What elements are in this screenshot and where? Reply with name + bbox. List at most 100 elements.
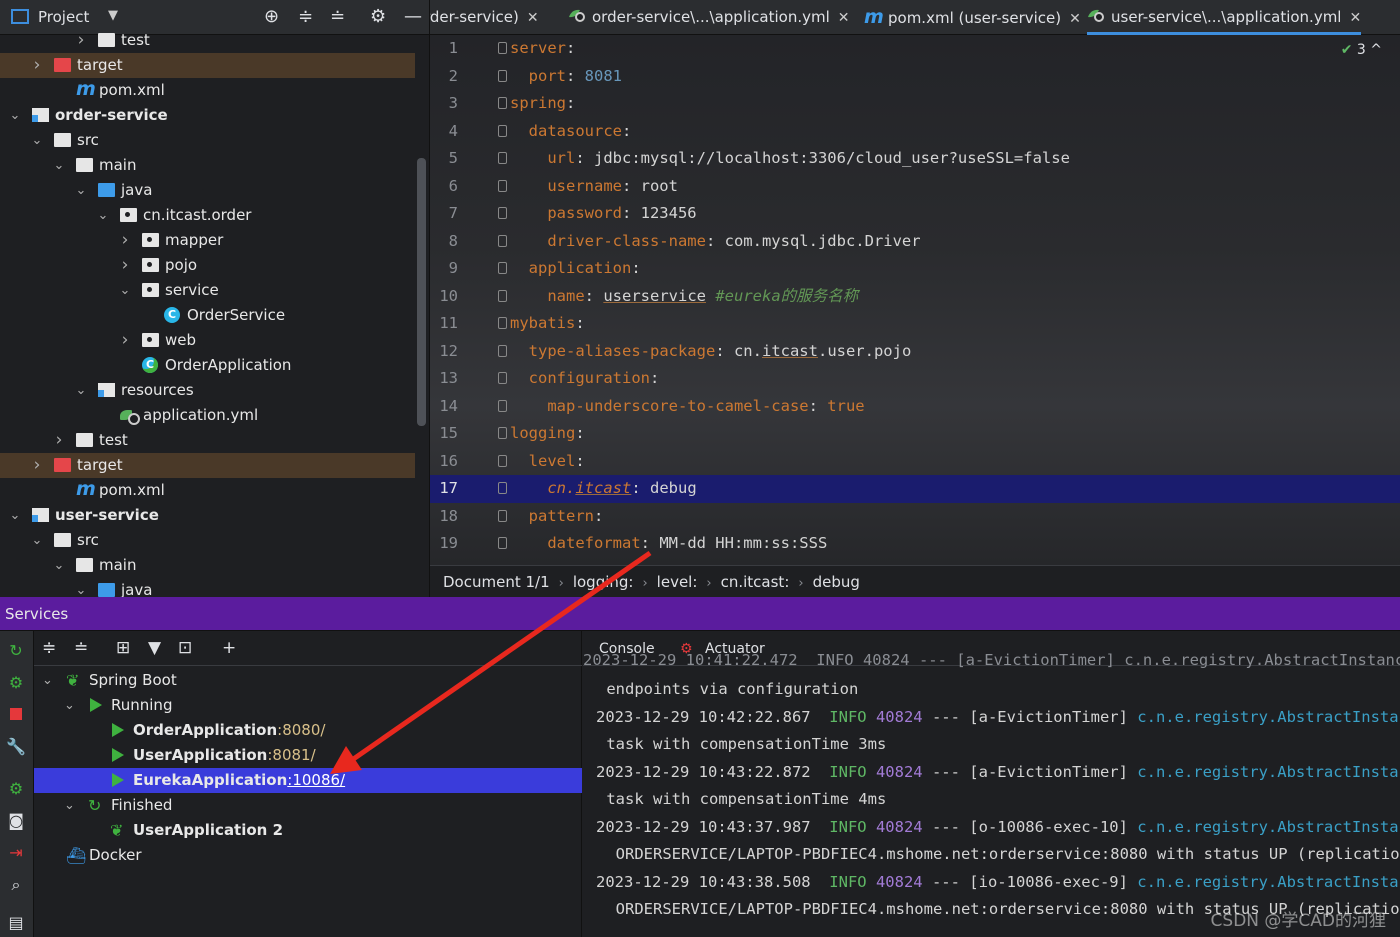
chevron-up-icon[interactable]: ^: [1370, 42, 1382, 58]
tree-item[interactable]: ⌄ resources: [0, 378, 415, 403]
tree-item[interactable]: › target: [0, 453, 415, 478]
chevron-right-icon[interactable]: ›: [30, 453, 44, 478]
rerun-icon[interactable]: ↻: [6, 641, 26, 661]
expand-all-icon[interactable]: ≑: [298, 6, 313, 27]
new-tab-icon[interactable]: ⊡: [178, 638, 192, 658]
tree-item[interactable]: ⌄ main: [0, 153, 415, 178]
gear-icon[interactable]: ⚙: [370, 6, 386, 27]
fold-marker-icon[interactable]: [498, 69, 507, 82]
chevron-down-icon[interactable]: ⌄: [118, 278, 132, 303]
breadcrumb-item[interactable]: Document 1/1: [443, 573, 550, 591]
chevron-down-icon[interactable]: ⌄: [74, 178, 88, 203]
debug-icon[interactable]: ⚙: [6, 779, 26, 799]
tree-item[interactable]: C OrderApplication: [0, 353, 415, 378]
code-line[interactable]: 1 server:: [430, 35, 1400, 63]
search-icon[interactable]: ⌕: [6, 875, 26, 895]
breadcrumb-item[interactable]: debug: [813, 573, 860, 591]
close-icon[interactable]: ✕: [1069, 11, 1081, 27]
code-line[interactable]: 7 password: 123456: [430, 200, 1400, 228]
service-port-link[interactable]: :8081/: [267, 746, 315, 764]
code-line[interactable]: 12 type-aliases-package: cn.itcast.user.…: [430, 338, 1400, 366]
fold-marker-icon[interactable]: [498, 427, 507, 439]
locate-icon[interactable]: ⊕: [264, 6, 279, 27]
code-line[interactable]: 8 driver-class-name: com.mysql.jdbc.Driv…: [430, 228, 1400, 256]
tree-item[interactable]: ⌄ main: [0, 553, 415, 578]
service-port-link[interactable]: :10086/: [287, 771, 345, 789]
editor-tab[interactable]: user-service\...\application.yml ✕: [1087, 0, 1362, 35]
code-area[interactable]: 1 server: 2 port: 8081 3 spring: 4 datasource…: [430, 35, 1400, 565]
collapse-all-icon[interactable]: ≐: [330, 6, 345, 27]
breadcrumb-item[interactable]: logging:: [573, 573, 634, 591]
project-title[interactable]: Project: [38, 8, 89, 26]
collapse-all-icon[interactable]: ≐: [74, 638, 88, 658]
expand-all-icon[interactable]: ≑: [42, 638, 56, 658]
fold-marker-icon[interactable]: [498, 124, 507, 137]
fold-marker-icon[interactable]: [498, 399, 507, 412]
chevron-down-icon[interactable]: ⌄: [52, 553, 66, 578]
tree-item[interactable]: m pom.xml: [0, 478, 415, 503]
close-icon[interactable]: ✕: [838, 10, 850, 26]
tree-item[interactable]: application.yml: [0, 403, 415, 428]
group-icon[interactable]: ⊞: [116, 638, 130, 658]
code-line[interactable]: 19 dateformat: MM-dd HH:mm:ss:SSS: [430, 530, 1400, 558]
fold-marker-icon[interactable]: [498, 207, 507, 219]
chevron-down-icon[interactable]: ⌄: [64, 793, 75, 818]
chevron-down-icon[interactable]: ⌄: [30, 128, 44, 153]
code-line[interactable]: 3 spring:: [430, 90, 1400, 118]
tree-item[interactable]: ⌄ service: [0, 278, 415, 303]
tree-item[interactable]: C OrderService: [0, 303, 415, 328]
chevron-right-icon[interactable]: ›: [52, 428, 66, 453]
code-line[interactable]: 10 name: userservice #eureka的服务名称: [430, 283, 1400, 311]
inspection-widget[interactable]: ✔ 3 ^: [1341, 42, 1382, 58]
tree-item[interactable]: ⌄ java: [0, 578, 415, 597]
chevron-down-icon[interactable]: ⌄: [64, 693, 75, 718]
code-line[interactable]: 2 port: 8081: [430, 63, 1400, 91]
editor-tab[interactable]: rder-service) ✕: [430, 0, 539, 35]
chevron-down-icon[interactable]: ⌄: [74, 378, 88, 403]
tree-item[interactable]: › target: [0, 53, 415, 78]
code-line[interactable]: 11 mybatis:: [430, 310, 1400, 338]
service-port-link[interactable]: :8080/: [277, 721, 325, 739]
chevron-down-icon[interactable]: ⌄: [8, 503, 22, 528]
fold-marker-icon[interactable]: [498, 179, 507, 192]
chevron-down-icon[interactable]: ⌄: [74, 578, 88, 597]
chevron-down-icon[interactable]: ⌄: [52, 153, 66, 178]
fold-marker-icon[interactable]: [498, 234, 507, 247]
tree-item[interactable]: ⌄ src: [0, 528, 415, 553]
chevron-right-icon[interactable]: ›: [74, 28, 88, 53]
fold-marker-icon[interactable]: [498, 537, 507, 549]
code-line[interactable]: 18 pattern:: [430, 503, 1400, 531]
breadcrumb-item[interactable]: level:: [657, 573, 698, 591]
code-line[interactable]: 16 level:: [430, 448, 1400, 476]
code-line[interactable]: 6 username: root: [430, 173, 1400, 201]
fold-marker-icon[interactable]: [498, 509, 507, 522]
fold-marker-icon[interactable]: [498, 289, 507, 302]
fold-marker-icon[interactable]: [498, 344, 507, 357]
tree-item[interactable]: ⌄ user-service: [0, 503, 415, 528]
tree-item[interactable]: ⌄ src: [0, 128, 415, 153]
service-item[interactable]: ❦ UserApplication 2: [34, 818, 582, 843]
stop-icon[interactable]: [6, 705, 26, 725]
service-item[interactable]: OrderApplication:8080/: [34, 718, 582, 743]
code-line[interactable]: 14 map-underscore-to-camel-case: true: [430, 393, 1400, 421]
fold-marker-icon[interactable]: [498, 97, 507, 109]
editor-tab[interactable]: order-service\...\application.yml ✕: [568, 0, 850, 35]
fold-marker-icon[interactable]: [498, 317, 507, 329]
exit-icon[interactable]: ⇥: [6, 843, 26, 863]
chevron-down-icon[interactable]: ▼: [108, 8, 118, 23]
chevron-right-icon[interactable]: ›: [118, 253, 132, 278]
fold-marker-icon[interactable]: [498, 482, 507, 494]
code-line[interactable]: 15 logging:: [430, 420, 1400, 448]
code-line[interactable]: 4 datasource:: [430, 118, 1400, 146]
editor-tab[interactable]: m pom.xml (user-service) ✕: [864, 0, 1081, 35]
code-line[interactable]: 13 configuration:: [430, 365, 1400, 393]
project-scrollbar[interactable]: [417, 158, 426, 426]
hide-icon[interactable]: —: [404, 6, 422, 27]
tree-item[interactable]: ⌄ order-service: [0, 103, 415, 128]
run-dashboard-icon[interactable]: ⚙: [6, 673, 26, 693]
tree-item[interactable]: m pom.xml: [0, 78, 415, 103]
add-icon[interactable]: +: [222, 638, 236, 658]
close-icon[interactable]: ✕: [1349, 10, 1361, 26]
filter-icon[interactable]: ▼: [148, 638, 161, 658]
wrench-icon[interactable]: 🔧: [6, 737, 26, 757]
